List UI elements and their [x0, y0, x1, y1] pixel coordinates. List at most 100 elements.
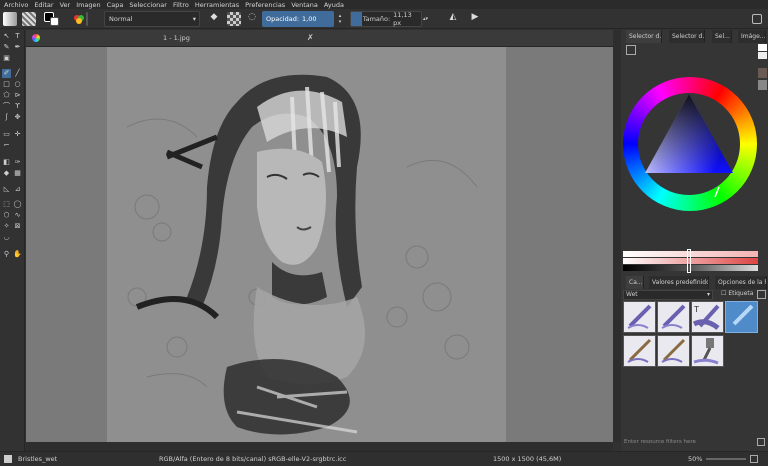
menu-ventana[interactable]: Ventana: [291, 1, 318, 9]
line-tool-icon[interactable]: ╱: [13, 69, 22, 78]
brush-preset-1[interactable]: [623, 301, 656, 333]
gradient-tool-icon[interactable]: ◧: [2, 158, 11, 167]
color-palette-icon[interactable]: [72, 12, 86, 26]
swatch-light[interactable]: [758, 52, 767, 59]
fill-tool-icon[interactable]: ◆: [2, 169, 11, 178]
canvas-painting[interactable]: [107, 47, 506, 442]
crop-tool-icon[interactable]: ▭: [2, 130, 11, 139]
multibrush-icon[interactable]: ✥: [13, 113, 22, 122]
tag-filter-select[interactable]: Wet ▾: [623, 290, 713, 300]
settings-icon[interactable]: [626, 45, 636, 55]
brush-preset-5[interactable]: [623, 335, 656, 367]
transform-icon[interactable]: ▣: [2, 54, 11, 63]
menu-seleccionar[interactable]: Seleccionar: [129, 1, 167, 9]
opacity-slider[interactable]: Opacidad: 1,00: [262, 11, 334, 27]
bezier-select-icon[interactable]: ◡: [2, 233, 11, 242]
brush-preview-icon: [4, 455, 12, 463]
background-color-swatch[interactable]: [50, 17, 59, 26]
bezier-tool-icon[interactable]: ⌒: [2, 102, 11, 111]
slider-handle[interactable]: [687, 249, 691, 273]
blend-mode-value: Normal: [109, 15, 133, 23]
color-picker-icon[interactable]: ✑: [13, 158, 22, 167]
menu-archivo[interactable]: Archivo: [4, 1, 28, 9]
close-tab-icon[interactable]: ✗: [307, 33, 314, 42]
contiguous-select-icon[interactable]: ✧: [2, 222, 11, 231]
pattern-preset-icon[interactable]: [22, 12, 36, 26]
tag-label: Etiqueta: [728, 290, 754, 297]
zoom-slider[interactable]: [706, 458, 746, 460]
lock-icon[interactable]: ◌: [245, 12, 259, 26]
tab-selector[interactable]: Sel...: [712, 30, 732, 43]
calligraphy-icon[interactable]: ✒: [13, 43, 22, 52]
toolbar-separator: [86, 12, 88, 26]
freehand-path-icon[interactable]: ϒ: [13, 102, 22, 111]
size-slider[interactable]: Tamaño: 11,13 px: [350, 11, 422, 27]
tag-button[interactable]: ☐ Etiqueta: [721, 290, 753, 297]
blend-mode-select[interactable]: Normal ▾: [104, 11, 200, 27]
size-stepper[interactable]: ▴▾: [423, 11, 433, 27]
zoom-tool-icon[interactable]: ⚲: [2, 250, 11, 259]
pan-tool-icon[interactable]: ✋: [13, 250, 22, 259]
eraser-mode-icon[interactable]: ◆: [207, 12, 221, 26]
assistant-tool-icon[interactable]: ◺: [2, 185, 11, 194]
tab-images[interactable]: Imáge...: [738, 30, 766, 43]
mirror-horizontal-icon[interactable]: ◭: [446, 12, 460, 26]
brush-preset-4-selected[interactable]: [725, 301, 758, 333]
select-shapes-icon[interactable]: ↖: [2, 32, 11, 41]
menu-editar[interactable]: Editar: [34, 1, 53, 9]
freehand-select-icon[interactable]: ∿: [13, 211, 22, 220]
menu-preferencias[interactable]: Preferencias: [245, 1, 285, 9]
swatch-white[interactable]: [758, 44, 767, 51]
menu-capa[interactable]: Capa: [107, 1, 124, 9]
fullscreen-icon[interactable]: [750, 455, 758, 463]
polygon-select-icon[interactable]: ⬡: [2, 211, 11, 220]
menu-ayuda[interactable]: Ayuda: [324, 1, 344, 9]
polygon-tool-icon[interactable]: ⬠: [2, 91, 11, 100]
tab-brush-presets[interactable]: Valores predefinido...: [649, 276, 709, 289]
mirror-vertical-icon[interactable]: ▶: [468, 12, 482, 26]
rectangle-tool-icon[interactable]: □: [2, 80, 11, 89]
crop-icon[interactable]: ⌐: [2, 141, 11, 150]
menu-ver[interactable]: Ver: [60, 1, 71, 9]
brush-preset-6[interactable]: [657, 335, 690, 367]
tab-color-selector[interactable]: Selector d...: [669, 30, 705, 43]
menu-herramientas[interactable]: Herramientas: [195, 1, 239, 9]
gradient-preset-icon[interactable]: [3, 12, 17, 26]
opacity-stepper[interactable]: ▴ ▾: [335, 11, 345, 27]
rect-select-icon[interactable]: ⬚: [2, 200, 11, 209]
brush-preset-7[interactable]: [691, 335, 724, 367]
edit-shapes-icon[interactable]: ✎: [2, 43, 11, 52]
workspace-icon[interactable]: [752, 14, 762, 24]
save-icon[interactable]: [757, 438, 765, 446]
ellipse-tool-icon[interactable]: ○: [13, 80, 22, 89]
color-wheel[interactable]: [623, 77, 757, 211]
brush-preset-3[interactable]: T: [691, 301, 724, 333]
krita-logo-icon: [32, 34, 40, 42]
tab-layers[interactable]: Ca...: [626, 276, 644, 289]
menu-imagen[interactable]: Imagen: [76, 1, 100, 9]
polyline-tool-icon[interactable]: ⊳: [13, 91, 22, 100]
measure-tool-icon[interactable]: ⊿: [13, 185, 22, 194]
size-slider-fill: [351, 12, 362, 26]
dynamic-brush-icon[interactable]: ʃ: [2, 113, 11, 122]
vertical-scrollbar[interactable]: [613, 30, 621, 442]
swatch-grey[interactable]: [758, 80, 767, 90]
tab-tool-options[interactable]: Opciones de la h...: [715, 276, 767, 289]
document-tab[interactable]: 1 - 1.jpg: [163, 34, 190, 42]
view-mode-icon[interactable]: [757, 290, 766, 299]
text-tool-icon[interactable]: T: [13, 32, 22, 41]
smart-patch-icon[interactable]: ▦: [13, 169, 22, 178]
resource-filter-input[interactable]: Enter resource filters here: [623, 437, 755, 448]
zoom-level[interactable]: 50%: [688, 455, 702, 463]
tab-advanced-color-selector[interactable]: Selector d...: [626, 30, 662, 43]
image-dimensions: 1500 x 1500 (45,6M): [493, 455, 562, 463]
swatch-brown[interactable]: [758, 68, 767, 78]
ellipse-select-icon[interactable]: ◯: [13, 200, 22, 209]
preserve-alpha-icon[interactable]: [227, 12, 241, 26]
menu-filtro[interactable]: Filtro: [173, 1, 189, 9]
move-tool-icon[interactable]: ✛: [13, 130, 22, 139]
similar-select-icon[interactable]: ⊠: [13, 222, 22, 231]
freehand-brush-icon[interactable]: ✐: [2, 69, 11, 78]
brush-preset-2[interactable]: [657, 301, 690, 333]
horizontal-scrollbar[interactable]: [26, 442, 613, 451]
